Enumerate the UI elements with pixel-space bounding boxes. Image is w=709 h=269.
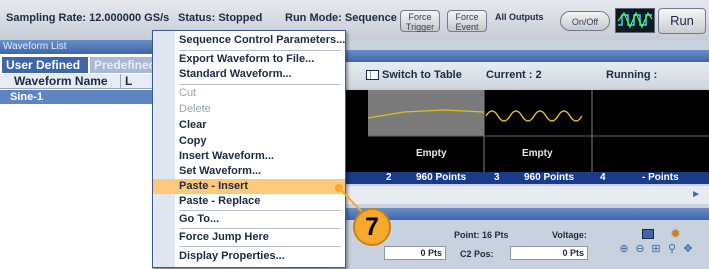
callout-dot [335,184,343,192]
callout-number-badge: 7 [353,208,391,246]
